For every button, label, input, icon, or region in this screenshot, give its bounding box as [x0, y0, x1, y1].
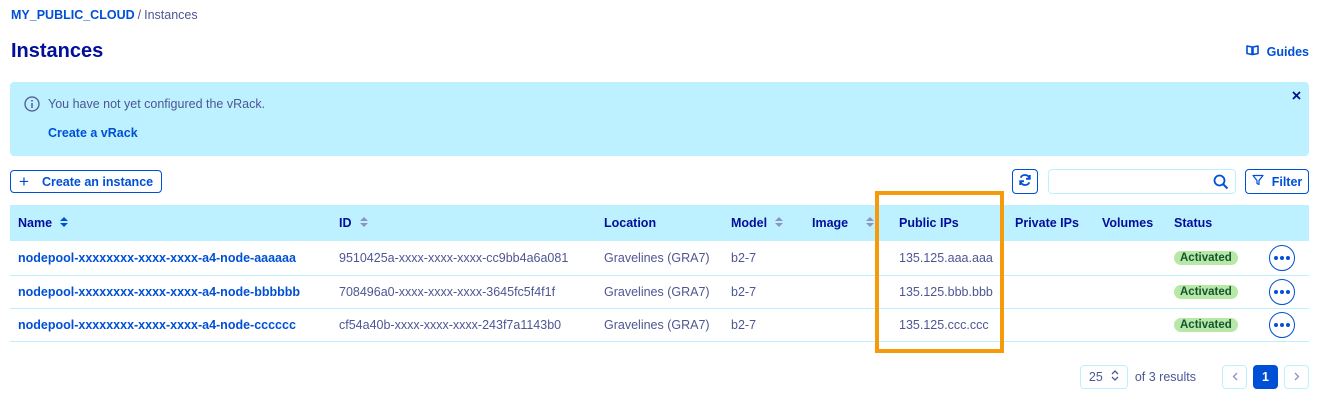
column-header-model[interactable]: Model: [723, 205, 804, 241]
table-row: nodepool-xxxxxxxx-xxxx-xxxx-a4-node-aaaa…: [10, 241, 1309, 275]
page-size-value: 25: [1088, 370, 1103, 384]
info-icon: [24, 96, 40, 117]
more-actions-button[interactable]: [1269, 244, 1295, 271]
breadcrumb: MY_PUBLIC_CLOUD / Instances: [11, 8, 198, 22]
page-size-select[interactable]: 25: [1079, 365, 1128, 389]
actions-cell: [1261, 308, 1309, 341]
instance-name-link[interactable]: nodepool-xxxxxxxx-xxxx-xxxx-a4-node-aaaa…: [10, 241, 331, 275]
create-vrack-link[interactable]: Create a vRack: [48, 126, 138, 140]
create-instance-button[interactable]: + Create an instance: [10, 170, 163, 193]
instance-location: Gravelines (GRA7): [604, 284, 710, 299]
column-header-id[interactable]: ID: [331, 205, 596, 241]
more-actions-button[interactable]: [1269, 278, 1295, 305]
sort-asc-icon[interactable]: [60, 216, 69, 230]
instance-public-ip: 135.125.bbb.bbb: [899, 284, 993, 299]
close-icon[interactable]: [1292, 87, 1301, 105]
instance-status-cell: Activated: [1166, 241, 1261, 275]
instance-id: cf54a40b-xxxx-xxxx-xxxx-243f7a1143b0: [339, 317, 562, 332]
column-header-public-ips: Public IPs: [899, 216, 959, 230]
instance-volumes: [1094, 275, 1166, 308]
sort-icon[interactable]: [775, 216, 784, 230]
page-title: Instances: [11, 40, 104, 62]
status-badge: Activated: [1174, 251, 1238, 266]
results-count: of 3 results: [1134, 370, 1196, 384]
instance-image: [804, 275, 886, 308]
column-header-location: Location: [604, 216, 657, 230]
instance-image: [804, 308, 886, 341]
actions-cell: [1261, 275, 1309, 308]
ellipsis-icon: [1274, 255, 1278, 260]
vrack-info-banner: You have not yet configured the vRack. C…: [10, 82, 1309, 156]
refresh-button[interactable]: [1012, 169, 1038, 194]
instance-status-cell: Activated: [1166, 308, 1261, 341]
instance-private-ip: [1007, 241, 1094, 275]
create-instance-label: Create an instance: [41, 174, 154, 189]
sort-icon[interactable]: [359, 216, 368, 230]
instance-name-link[interactable]: nodepool-xxxxxxxx-xxxx-xxxx-a4-node-cccc…: [10, 308, 331, 341]
filter-button[interactable]: Filter: [1245, 169, 1309, 194]
search-input[interactable]: [1049, 170, 1209, 193]
sort-icon[interactable]: [866, 216, 875, 230]
table-row: nodepool-xxxxxxxx-xxxx-xxxx-a4-node-bbbb…: [10, 275, 1309, 308]
column-header-actions: [1261, 205, 1309, 241]
instance-location: Gravelines (GRA7): [604, 317, 710, 332]
status-badge: Activated: [1174, 318, 1238, 332]
column-header-volumes: Volumes: [1102, 216, 1154, 230]
filter-label: Filter: [1271, 174, 1303, 189]
ellipsis-icon: [1274, 322, 1278, 327]
instance-volumes: [1094, 308, 1166, 341]
page-1-button[interactable]: 1: [1253, 365, 1278, 389]
instance-id: 9510425a-xxxx-xxxx-xxxx-cc9bb4a6a081: [339, 250, 569, 265]
instance-private-ip: [1007, 275, 1094, 308]
refresh-icon: [1018, 173, 1032, 190]
instance-public-ip: 135.125.ccc.ccc: [899, 317, 989, 332]
instance-private-ip: [1007, 308, 1094, 341]
table-row: nodepool-xxxxxxxx-xxxx-xxxx-a4-node-cccc…: [10, 308, 1309, 341]
ellipsis-icon: [1274, 289, 1278, 294]
instance-volumes: [1094, 241, 1166, 275]
breadcrumb-current: Instances: [144, 8, 198, 22]
search-box: [1048, 169, 1236, 194]
actions-cell: [1261, 241, 1309, 275]
plus-icon: +: [19, 172, 29, 191]
column-header-name[interactable]: Name: [10, 205, 331, 241]
column-header-private-ips: Private IPs: [1015, 216, 1079, 230]
book-icon: [1245, 44, 1259, 59]
instance-public-ip: 135.125.aaa.aaa: [899, 250, 993, 265]
instance-model: b2-7: [731, 317, 757, 332]
select-arrows-icon: [1111, 370, 1119, 384]
filter-icon: [1252, 174, 1264, 189]
instance-location: Gravelines (GRA7): [604, 250, 710, 265]
instance-model: b2-7: [731, 250, 757, 265]
column-header-status: Status: [1174, 216, 1213, 230]
status-badge: Activated: [1174, 285, 1238, 299]
previous-page-button[interactable]: [1222, 365, 1247, 389]
instance-model: b2-7: [731, 284, 757, 299]
banner-message: You have not yet configured the vRack.: [48, 97, 266, 111]
breadcrumb-project-link[interactable]: MY_PUBLIC_CLOUD: [11, 8, 135, 22]
search-icon[interactable]: [1213, 174, 1229, 195]
instance-id: 708496a0-xxxx-xxxx-xxxx-3645fc5f4f1f: [339, 284, 556, 299]
instance-status-cell: Activated: [1166, 275, 1261, 308]
instance-image: [804, 241, 886, 275]
chevron-left-icon: [1232, 370, 1238, 384]
breadcrumb-separator: /: [137, 8, 142, 22]
more-actions-button[interactable]: [1269, 311, 1295, 338]
guides-label: Guides: [1266, 44, 1309, 59]
column-header-image[interactable]: Image: [804, 205, 886, 241]
guides-button[interactable]: Guides: [1245, 44, 1309, 59]
instances-table: Name ID Location Model Image Public IPs …: [10, 205, 1309, 342]
pagination: 25 of 3 results 1: [1079, 365, 1309, 389]
table-header-row: Name ID Location Model Image Public IPs …: [10, 205, 1309, 241]
next-page-button[interactable]: [1284, 365, 1309, 389]
instance-name-link[interactable]: nodepool-xxxxxxxx-xxxx-xxxx-a4-node-bbbb…: [10, 275, 331, 308]
chevron-right-icon: [1294, 370, 1300, 384]
